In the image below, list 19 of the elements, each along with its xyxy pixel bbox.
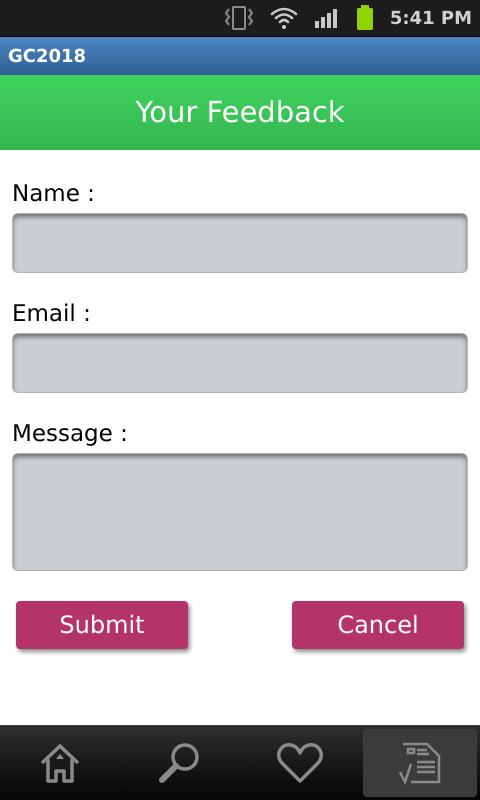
vibrate-icon xyxy=(224,5,254,31)
app-title: GC2018 xyxy=(8,44,86,68)
cancel-button[interactable]: Cancel xyxy=(292,601,464,649)
field-label: Email : xyxy=(12,300,92,329)
checklist-document-icon xyxy=(397,740,443,786)
input-field[interactable] xyxy=(12,213,468,273)
input-field[interactable] xyxy=(12,333,468,393)
submit-button[interactable]: Submit xyxy=(16,601,188,649)
heart-icon xyxy=(276,741,324,785)
battery-icon xyxy=(356,5,374,31)
wifi-icon xyxy=(270,6,298,30)
field-label: Message : xyxy=(12,420,129,449)
status-time: 5:41 PM xyxy=(390,6,472,30)
home-icon xyxy=(38,741,82,785)
header-title: Your Feedback xyxy=(135,94,345,131)
nav-tab[interactable] xyxy=(363,729,477,797)
field-label: Name : xyxy=(12,180,96,209)
message-field[interactable] xyxy=(12,453,468,571)
signal-icon xyxy=(314,7,340,29)
